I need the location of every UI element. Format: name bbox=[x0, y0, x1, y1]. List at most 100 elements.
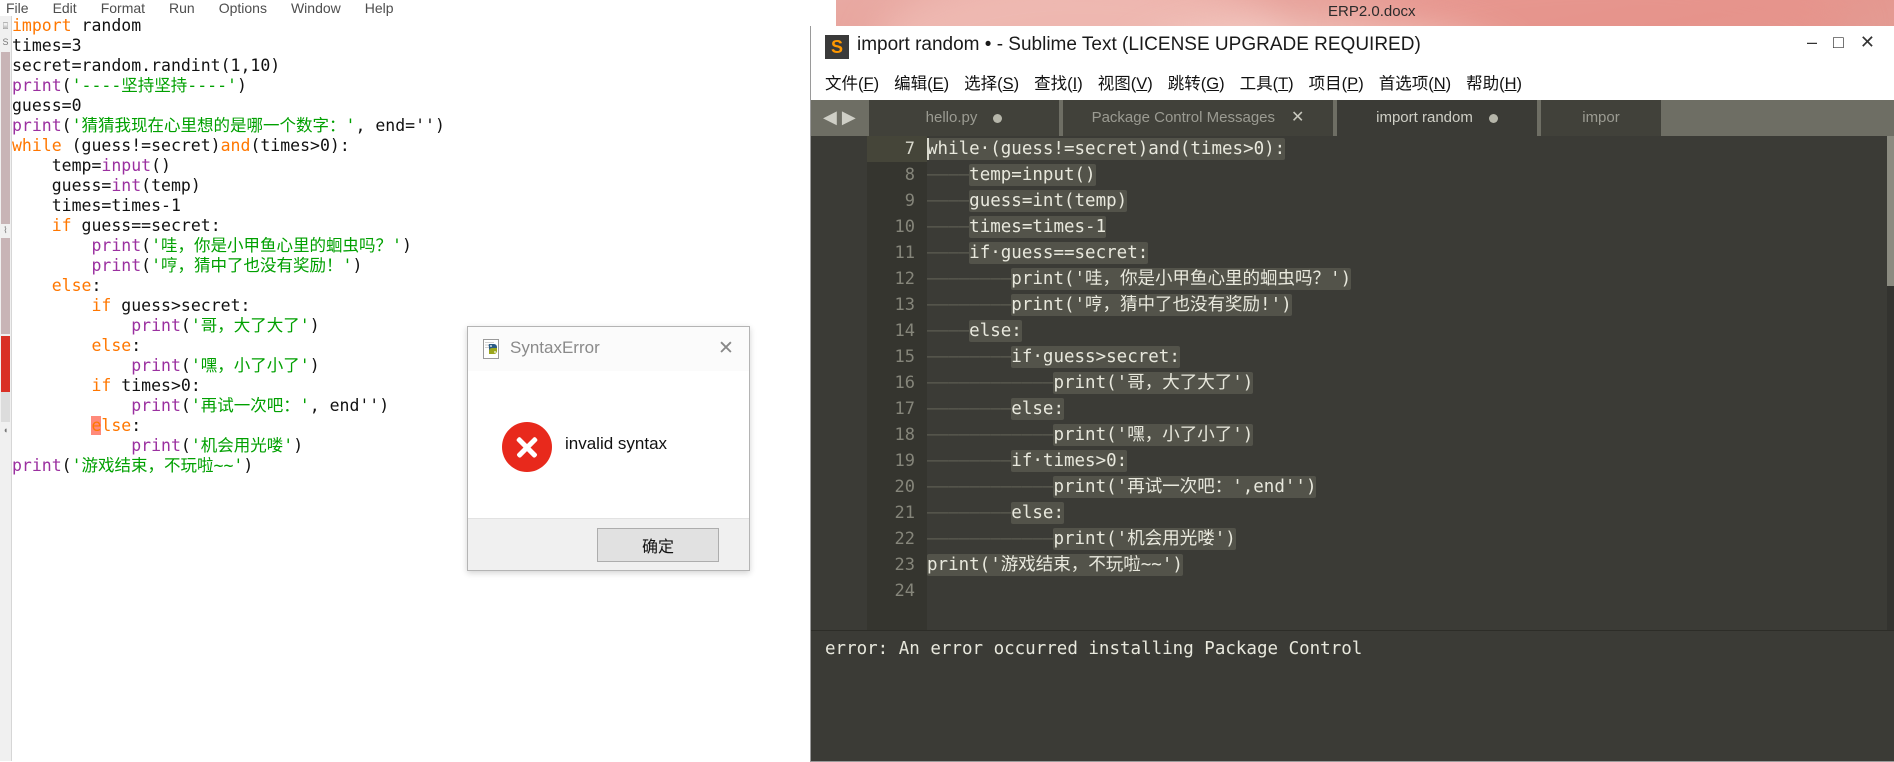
code-line[interactable]: ————temp=input() bbox=[927, 162, 1894, 188]
code-text: print('机会用光喽') bbox=[1053, 528, 1236, 550]
code-line[interactable]: ————————else: bbox=[927, 500, 1894, 526]
code-token: '嘿，小了小了' bbox=[190, 356, 310, 375]
code-line[interactable]: ————————————print('再试一次吧：',end'') bbox=[927, 474, 1894, 500]
code-line[interactable]: ————————————print('嘿，小了小了') bbox=[927, 422, 1894, 448]
code-token: int bbox=[111, 176, 142, 195]
sublime-menu-v[interactable]: 视图(V) bbox=[1098, 70, 1153, 94]
code-line[interactable]: ————else: bbox=[927, 318, 1894, 344]
menu-accelerator: (S) bbox=[997, 75, 1020, 93]
idle-left-rail[interactable]: ⌸ S ⌇ ◖ bbox=[0, 16, 12, 761]
editor-scrollbar[interactable] bbox=[1887, 136, 1894, 630]
code-line[interactable] bbox=[927, 578, 1894, 604]
code-token: ( bbox=[61, 456, 72, 475]
window-controls[interactable]: ‒□✕ bbox=[1807, 32, 1891, 53]
code-token: ( bbox=[180, 436, 191, 455]
code-token: random bbox=[81, 16, 142, 35]
minimize-button[interactable]: ‒ bbox=[1807, 32, 1833, 52]
code-line[interactable]: ————————print('哇，你是小甲鱼心里的蛔虫吗？') bbox=[927, 266, 1894, 292]
code-token: ( bbox=[141, 236, 152, 255]
scrollbar-thumb[interactable] bbox=[1887, 136, 1894, 286]
idle-menu-edit[interactable]: Edit bbox=[47, 0, 77, 16]
code-line[interactable]: print('游戏结束，不玩啦~~') bbox=[927, 552, 1894, 578]
sublime-menu-e[interactable]: 编辑(E) bbox=[894, 70, 949, 94]
idle-menu-run[interactable]: Run bbox=[163, 0, 195, 16]
code-line[interactable]: ————————————print('机会用光喽') bbox=[927, 526, 1894, 552]
desktop-file-label: ERP2.0.docx bbox=[1328, 3, 1416, 20]
rail-thumb[interactable] bbox=[1, 238, 10, 334]
code-token: temp= bbox=[12, 156, 102, 175]
idle-menu-format[interactable]: Format bbox=[95, 0, 145, 16]
sublime-menubar[interactable]: 文件(F) 编辑(E) 选择(S) 查找(I) 视图(V) 跳转(G) 工具(T) 项目(P)… bbox=[825, 70, 1537, 98]
code-token: : bbox=[91, 276, 102, 295]
sublime-logo-glyph: S bbox=[830, 37, 843, 57]
rail-error-marker[interactable] bbox=[1, 336, 10, 392]
close-icon[interactable]: ✕ bbox=[715, 338, 737, 360]
tab-close-icon[interactable]: ✕ bbox=[1291, 100, 1304, 136]
sublime-menu-h[interactable]: 帮助(H) bbox=[1466, 70, 1522, 94]
sublime-code-lines[interactable]: while·(guess!=secret)and(times>0): ————te… bbox=[927, 136, 1894, 630]
sublime-menu-n[interactable]: 首选项(N) bbox=[1379, 70, 1451, 94]
code-line[interactable]: while·(guess!=secret)and(times>0): bbox=[927, 136, 1894, 162]
ok-button[interactable]: 确定 bbox=[597, 528, 719, 562]
sublime-editor[interactable]: 7 8 9 10 11 12 13 14 15 16 17 18 19 20 21 22 23 24 while·… bbox=[811, 136, 1894, 630]
rail-thumb[interactable] bbox=[1, 52, 10, 224]
idle-code-line: guess=int(temp) bbox=[12, 176, 836, 196]
idle-code-line: if guess>secret: bbox=[12, 296, 836, 316]
code-token: '机会用光喽' bbox=[190, 436, 294, 455]
idle-menu-help[interactable]: Help bbox=[359, 0, 394, 16]
line-number: 22 bbox=[894, 529, 915, 549]
sublime-tabbar[interactable]: ◀ ▶ hello.py Package Control Messages ✕ imp… bbox=[811, 100, 1894, 136]
dialog-footer: 确定 bbox=[468, 518, 749, 570]
code-line[interactable]: ————————————print('哥，大了大了') bbox=[927, 370, 1894, 396]
code-line[interactable]: ————if·guess==secret: bbox=[927, 240, 1894, 266]
menu-label: 文件 bbox=[825, 75, 858, 93]
code-line[interactable]: ————guess=int(temp) bbox=[927, 188, 1894, 214]
sublime-titlebar[interactable]: S import random • - Sublime Text (LICENS… bbox=[811, 26, 1894, 68]
indent-guide: ———————— bbox=[927, 269, 1012, 289]
code-line[interactable]: ————————print('哼，猜中了也没有奖励!') bbox=[927, 292, 1894, 318]
code-token: '哥，大了大了' bbox=[190, 316, 310, 335]
indent-guide: ———————— bbox=[927, 399, 1012, 419]
sublime-menu-f[interactable]: 文件(F) bbox=[825, 70, 879, 94]
code-token: '再试一次吧：' bbox=[190, 396, 310, 415]
code-token: and bbox=[220, 136, 251, 155]
tab-package-control-messages[interactable]: Package Control Messages ✕ bbox=[1063, 100, 1333, 136]
rail-thumb[interactable] bbox=[1, 392, 10, 422]
tab-label: impor bbox=[1582, 109, 1620, 126]
sublime-console-panel[interactable]: error: An error occurred installing Pack… bbox=[811, 630, 1894, 761]
code-line[interactable]: ————times=times-1 bbox=[927, 214, 1894, 240]
tab-nav-arrows-icon[interactable]: ◀ ▶ bbox=[823, 108, 856, 126]
window-title: import random • - Sublime Text (LICENSE … bbox=[857, 34, 1421, 55]
tab-dirty-dot-icon[interactable] bbox=[1488, 113, 1498, 123]
tab-dirty-dot-icon[interactable] bbox=[993, 113, 1003, 123]
sublime-menu-g[interactable]: 跳转(G) bbox=[1168, 70, 1225, 94]
idle-menubar[interactable]: File Edit Format Run Options Window Help bbox=[0, 0, 836, 16]
idle-menu-file[interactable]: File bbox=[0, 0, 29, 16]
code-line[interactable]: ————————if·times>0: bbox=[927, 448, 1894, 474]
menu-label: 工具 bbox=[1239, 75, 1273, 93]
tab-import-random[interactable]: import random bbox=[1337, 100, 1537, 136]
code-token: secret=random.randint(1,10) bbox=[12, 56, 281, 75]
code-token: print bbox=[131, 396, 181, 415]
tab-hello-py[interactable]: hello.py bbox=[869, 100, 1059, 136]
maximize-button[interactable]: □ bbox=[1833, 32, 1860, 52]
idle-menu-options[interactable]: Options bbox=[213, 0, 267, 16]
code-text: print('再试一次吧：',end'') bbox=[1053, 476, 1317, 498]
sublime-menu-t[interactable]: 工具(T) bbox=[1240, 70, 1294, 94]
code-token: lse bbox=[101, 416, 132, 435]
close-button[interactable]: ✕ bbox=[1860, 32, 1891, 52]
code-line[interactable]: ————————if·guess>secret: bbox=[927, 344, 1894, 370]
idle-code-line: print('哇，你是小甲鱼心里的蛔虫吗？') bbox=[12, 236, 836, 256]
code-text: times=times-1 bbox=[969, 216, 1107, 238]
tab-impor[interactable]: impor bbox=[1541, 100, 1661, 136]
sublime-menu-i[interactable]: 查找(I) bbox=[1034, 70, 1083, 94]
idle-menu-window[interactable]: Window bbox=[285, 0, 341, 16]
line-number-gutter: 7 8 9 10 11 12 13 14 15 16 17 18 19 20 21 22 23 24 bbox=[867, 136, 927, 630]
code-line[interactable]: ————————else: bbox=[927, 396, 1894, 422]
sublime-menu-p[interactable]: 项目(P) bbox=[1309, 70, 1364, 94]
sublime-menu-s[interactable]: 选择(S) bbox=[964, 70, 1019, 94]
line-number: 17 bbox=[894, 399, 915, 419]
